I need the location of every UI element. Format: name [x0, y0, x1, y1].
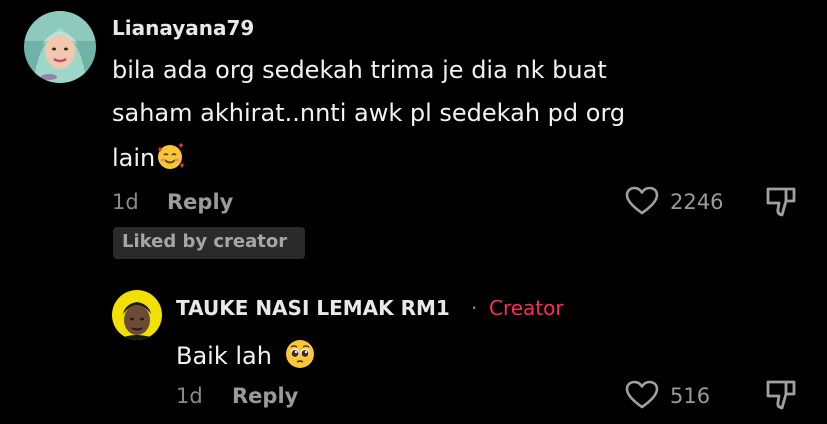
smiling-face-with-hearts-icon [155, 141, 185, 177]
heart-icon[interactable] [625, 380, 659, 410]
comment-text-line: Baik lah [176, 338, 316, 376]
comment-time: 1d [112, 190, 139, 214]
comment-text-span: lain [112, 144, 156, 172]
reply-button[interactable]: Reply [167, 190, 233, 214]
comment-time: 1d [176, 384, 203, 408]
liked-by-creator-badge: Liked by creator [113, 227, 305, 259]
comment-text-span: Baik lah [176, 342, 272, 370]
username[interactable]: Lianayana79 [112, 16, 254, 40]
creator-tag: Creator [489, 296, 564, 320]
avatar[interactable] [24, 11, 96, 83]
username[interactable]: TAUKE NASI LEMAK RM1 [176, 296, 450, 320]
dislike-icon[interactable] [764, 378, 798, 412]
comment-text-line: saham akhirat..nnti awk pl sedekah pd or… [112, 99, 626, 127]
comment-text-line: bila ada org sedekah trima je dia nk bua… [112, 56, 607, 84]
pleading-face-icon [284, 338, 316, 376]
avatar[interactable] [112, 290, 162, 340]
separator-dot: · [471, 296, 478, 320]
like-count: 2246 [670, 190, 724, 214]
comment-text-line: lain [112, 141, 185, 177]
heart-icon[interactable] [625, 186, 659, 216]
dislike-icon[interactable] [764, 185, 798, 219]
like-count: 516 [670, 384, 711, 408]
reply-button[interactable]: Reply [232, 384, 298, 408]
